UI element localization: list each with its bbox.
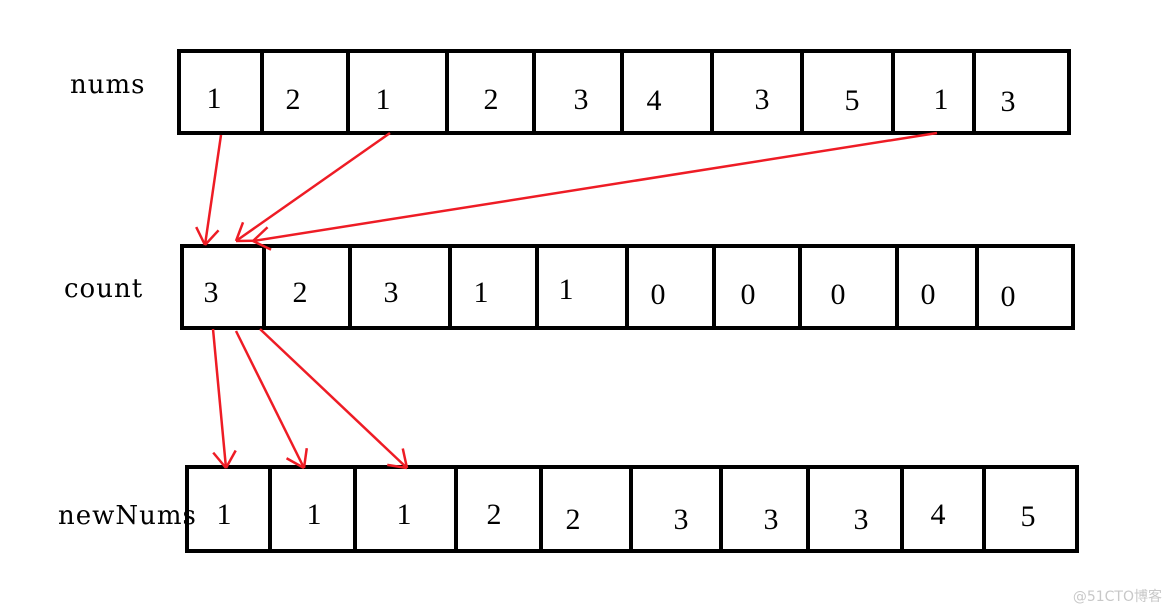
count-cell: [180, 244, 266, 330]
arrow-line: [234, 330, 306, 469]
new-nums-cell-value: 3: [854, 503, 869, 536]
array-diagram: nums 1 2 1 2 3 4 3 5 1 3 count 3 2 3 1 1 0 0 0 0 0 newNums 1 1 1 2…: [58, 49, 1079, 553]
count-label: count: [64, 274, 143, 304]
nums-cell: [346, 49, 449, 135]
count-cell: [348, 244, 452, 330]
nums-cell-value: 4: [647, 84, 662, 117]
count-cell-value: 0: [651, 278, 666, 311]
arrow-line: [211, 328, 228, 469]
new-nums-cell-value: 2: [566, 503, 581, 536]
nums-cell: [972, 49, 1071, 135]
count-cell-value: 2: [293, 276, 308, 309]
count-cell-value: 1: [474, 276, 489, 309]
count-cell: [625, 244, 716, 330]
nums-cell-value: 2: [286, 83, 301, 116]
arrow-line: [203, 134, 223, 246]
new-nums-cell-value: 3: [674, 503, 689, 536]
count-cell-value: 1: [559, 273, 574, 306]
new-nums-label: newNums: [58, 501, 197, 531]
count-cell-value: 0: [741, 278, 756, 311]
count-cell: [448, 244, 539, 330]
new-nums-cell-value: 1: [217, 498, 232, 531]
nums-cell-value: 1: [934, 83, 949, 116]
count-cell: [535, 244, 629, 330]
count-cell-value: 0: [1001, 280, 1016, 313]
arrow-head: [195, 226, 207, 246]
count-cell: [975, 244, 1075, 330]
count-cell-value: 3: [204, 276, 219, 309]
count-cell-value: 3: [384, 276, 399, 309]
new-nums-cell-value: 2: [487, 498, 502, 531]
new-nums-cell-value: 4: [931, 498, 946, 531]
nums-label: nums: [70, 70, 146, 100]
count-cell: [895, 244, 979, 330]
nums-cell: [260, 49, 350, 135]
nums-cell-value: 3: [574, 83, 589, 116]
count-cell-value: 0: [831, 278, 846, 311]
new-nums-cell-value: 1: [307, 498, 322, 531]
new-nums-cell: [539, 465, 633, 553]
arrow-line: [259, 328, 408, 469]
new-nums-cell-value: 3: [764, 503, 779, 536]
nums-cell-value: 5: [845, 84, 860, 117]
watermark: @51CTO博客: [1072, 589, 1162, 605]
new-nums-cell-value: 5: [1021, 500, 1036, 533]
nums-cell-value: 3: [1001, 85, 1016, 118]
arrow-line: [235, 131, 391, 243]
nums-cell: [620, 49, 714, 135]
new-nums-cell-value: 1: [397, 498, 412, 531]
nums-cell-value: 3: [755, 83, 770, 116]
count-cell: [712, 244, 802, 330]
nums-cell-value: 1: [376, 83, 391, 116]
nums-cell-value: 1: [207, 82, 222, 115]
nums-cell-value: 2: [484, 83, 499, 116]
arrow-line: [252, 131, 938, 243]
diagram-canvas: nums 1 2 1 2 3 4 3 5 1 3 count 3 2 3 1 1 0 0 0 0 0 newNums 1 1 1 2…: [0, 0, 1172, 612]
count-cell: [798, 244, 899, 330]
count-cell-value: 0: [921, 278, 936, 311]
